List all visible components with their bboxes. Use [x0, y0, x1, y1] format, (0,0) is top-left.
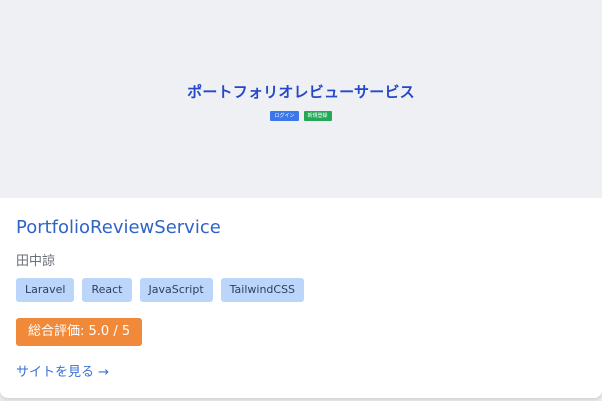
- preview-login-button: ログイン: [270, 111, 299, 121]
- tech-tag: Laravel: [16, 278, 75, 302]
- tech-tag: TailwindCSS: [220, 278, 305, 302]
- view-site-link[interactable]: サイトを見る →: [16, 361, 109, 380]
- tech-tag: React: [82, 278, 132, 302]
- preview-register-button: 新規登録: [303, 111, 332, 121]
- project-title[interactable]: PortfolioReviewService: [16, 217, 221, 238]
- site-preview-thumbnail[interactable]: ポートフォリオレビューサービス ログイン 新規登録: [0, 0, 602, 198]
- overall-rating-badge: 総合評価: 5.0 / 5: [16, 318, 143, 346]
- preview-site-title: ポートフォリオレビューサービス: [187, 83, 415, 101]
- portfolio-card[interactable]: ポートフォリオレビューサービス ログイン 新規登録 PortfolioRevie…: [0, 0, 602, 398]
- preview-button-group: ログイン 新規登録: [0, 111, 602, 121]
- tech-tag-list: Laravel React JavaScript TailwindCSS: [16, 278, 305, 302]
- author-name: 田中諒: [16, 254, 56, 269]
- tech-tag: JavaScript: [139, 278, 213, 302]
